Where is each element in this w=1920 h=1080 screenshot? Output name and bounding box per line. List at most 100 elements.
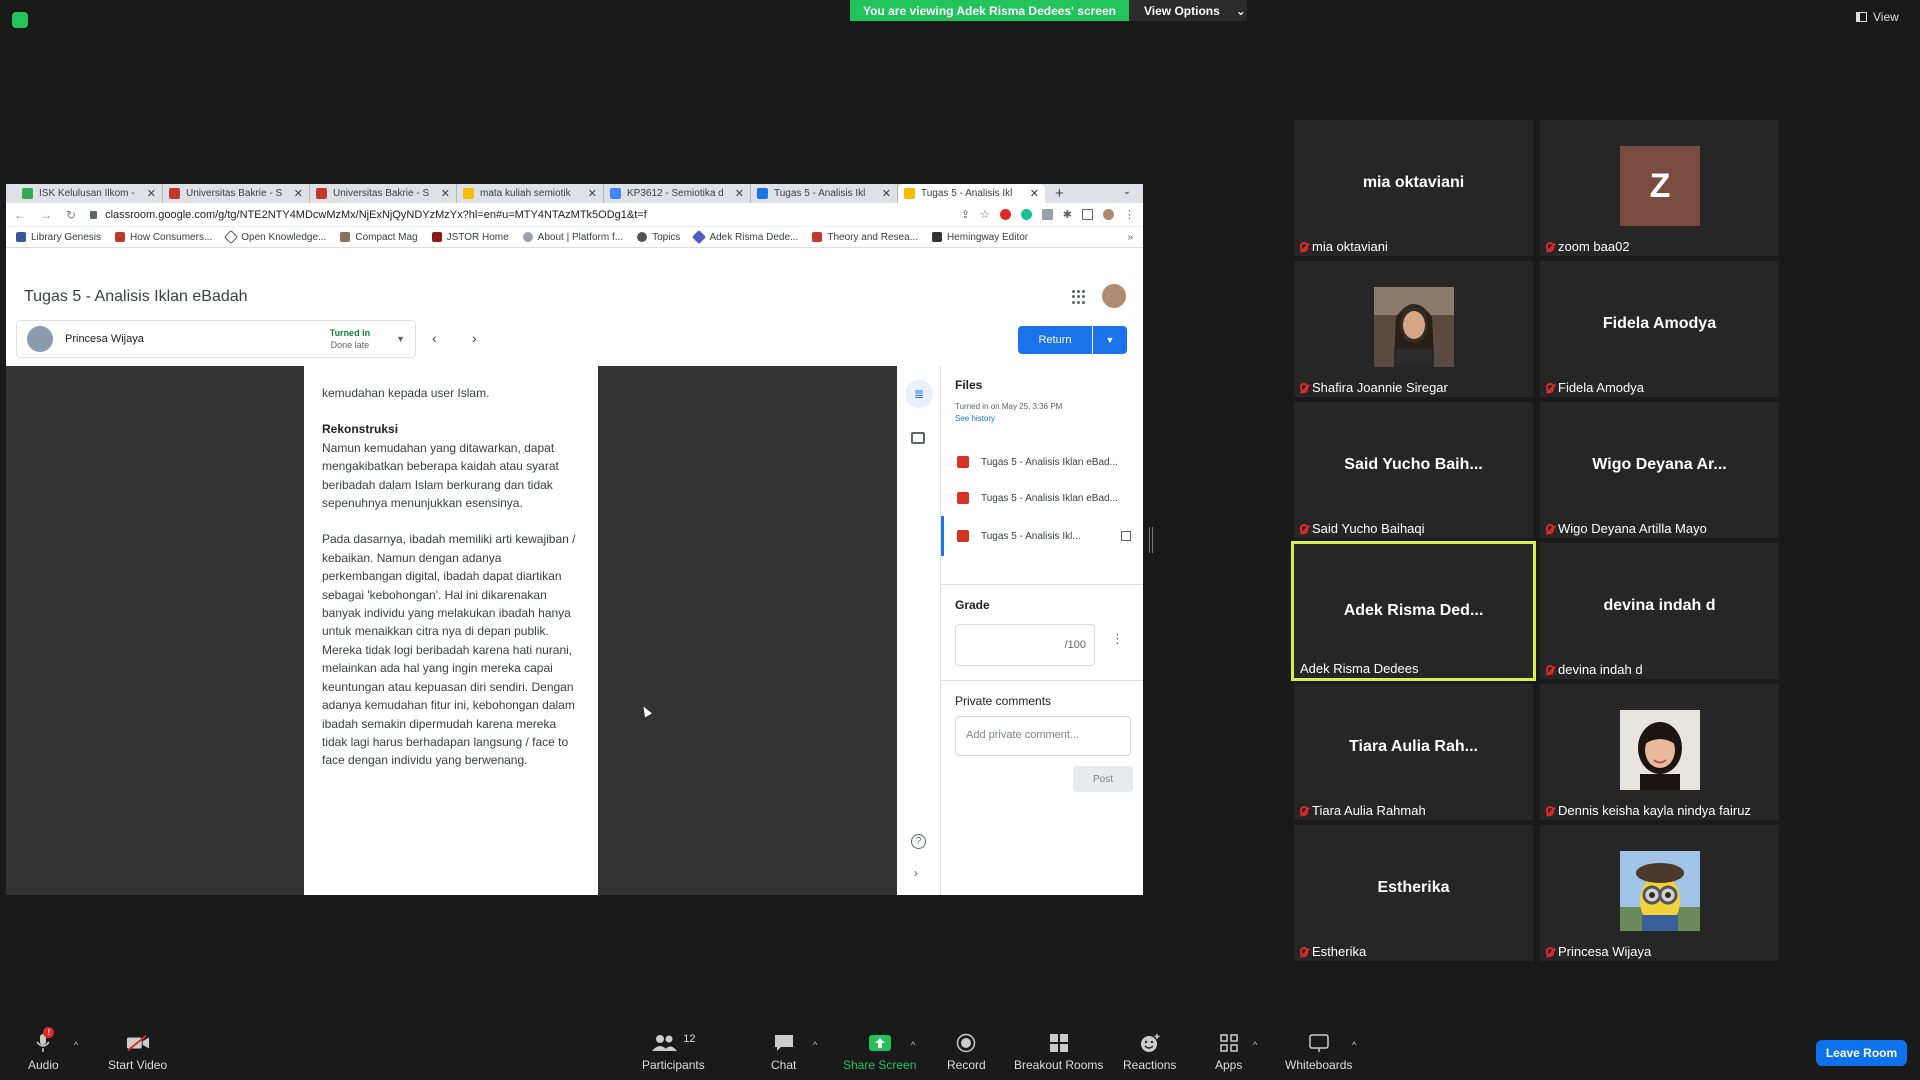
close-icon[interactable]: ✕ [1030, 187, 1039, 200]
reactions-icon [1138, 1033, 1162, 1053]
next-student-icon[interactable]: › [472, 330, 477, 346]
see-history-link[interactable]: See history [955, 414, 995, 423]
share-icon[interactable]: ⇪ [961, 208, 970, 221]
participant-tile[interactable]: Fidela Amodya Fidela Amodya [1540, 261, 1779, 397]
caret-up-icon[interactable]: ^ [74, 1040, 78, 1050]
start-video-button[interactable]: Start Video [108, 1033, 167, 1072]
dropdown-arrow-icon[interactable]: ▼ [396, 334, 405, 344]
opera-icon[interactable] [999, 209, 1011, 220]
new-tab-icon[interactable]: + [1045, 184, 1074, 203]
chevron-down-icon[interactable]: ⌄ [1123, 186, 1131, 197]
private-comment-input[interactable]: Add private comment... [955, 716, 1131, 756]
resize-handle[interactable] [1149, 527, 1153, 553]
account-avatar[interactable] [1102, 284, 1126, 308]
participant-tile[interactable]: Said Yucho Baih... Said Yucho Baihaqi [1294, 402, 1533, 538]
bookmark[interactable]: Hemingway Editor [931, 232, 1028, 243]
encryption-shield-icon[interactable] [12, 12, 28, 28]
bookmark[interactable]: Adek Risma Dede... [692, 229, 798, 245]
chat-button[interactable]: Chat [771, 1033, 796, 1072]
participant-tile[interactable]: devina indah d devina indah d [1540, 543, 1779, 679]
share-screen-button[interactable]: Share Screen [843, 1033, 916, 1072]
close-icon[interactable]: ✕ [294, 187, 303, 200]
participant-tile[interactable]: Princesa Wijaya [1540, 825, 1779, 961]
chevron-right-icon[interactable]: › [914, 866, 918, 880]
reload-icon[interactable]: ↻ [66, 208, 76, 222]
return-button[interactable]: Return [1018, 326, 1092, 354]
close-icon[interactable]: ✕ [441, 187, 450, 200]
back-icon[interactable]: ← [14, 208, 26, 222]
close-icon[interactable]: ✕ [735, 187, 744, 200]
participant-tile[interactable]: Shafira Joannie Siregar [1294, 261, 1533, 397]
bookmark[interactable]: Compact Mag [340, 232, 418, 243]
browser-tab[interactable]: Tugas 5 - Analisis Ikl ✕ [751, 184, 898, 203]
caret-up-icon[interactable]: ^ [1352, 1040, 1356, 1050]
browser-tab[interactable]: Universitas Bakrie - S ✕ [310, 184, 457, 203]
diamond-icon [224, 229, 239, 245]
audio-button[interactable]: ! Audio [28, 1027, 59, 1072]
view-button[interactable]: View [1856, 10, 1899, 24]
close-icon[interactable]: ✕ [588, 187, 597, 200]
bookmark[interactable]: How Consumers... [115, 232, 212, 243]
record-button[interactable]: Record [947, 1033, 986, 1072]
participant-label: Shafira Joannie Siregar [1300, 380, 1448, 395]
whiteboards-button[interactable]: Whiteboards [1285, 1033, 1352, 1072]
caret-up-icon[interactable]: ^ [911, 1040, 915, 1050]
previous-student-icon[interactable]: ‹ [432, 330, 437, 346]
file-item[interactable]: Tugas 5 - Analisis Iklan eBad... [941, 442, 1143, 482]
close-icon[interactable]: ✕ [882, 187, 891, 200]
grammarly-icon[interactable] [1020, 209, 1032, 220]
caret-up-icon[interactable]: ^ [813, 1040, 817, 1050]
more-bookmarks-icon[interactable]: » [1127, 232, 1133, 243]
doc-extension-icon[interactable] [1041, 209, 1053, 220]
participant-tile[interactable]: Tiara Aulia Rah... Tiara Aulia Rahmah [1294, 684, 1533, 820]
help-icon[interactable]: ? [911, 834, 926, 849]
open-external-icon[interactable] [1121, 531, 1131, 541]
return-dropdown-icon[interactable]: ▼ [1093, 326, 1127, 354]
participant-display-name: Tiara Aulia Rah... [1349, 738, 1478, 755]
bookmark[interactable]: Library Genesis [16, 232, 101, 243]
url-field[interactable]: classroom.google.com/g/tg/NTE2NTY4MDcwMz… [90, 209, 947, 221]
bookmark[interactable]: JSTOR Home [431, 232, 509, 243]
bookmark[interactable]: Open Knowledge... [224, 229, 326, 245]
participant-tile[interactable]: Z zoom baa02 [1540, 120, 1779, 256]
file-item-selected[interactable]: Tugas 5 - Analisis Ikl... [941, 516, 1143, 556]
bookmark[interactable]: Theory and Resea... [812, 232, 918, 243]
puzzle-icon[interactable]: ✱ [1063, 208, 1072, 221]
document-page[interactable]: kemudahan kepada user Islam. Rekonstruks… [304, 366, 598, 895]
browser-tab[interactable]: KP3612 - Semiotika d ✕ [604, 184, 751, 203]
apps-grid-icon[interactable] [1072, 290, 1086, 304]
kebab-menu-icon[interactable]: ⋮ [1124, 208, 1135, 221]
details-icon[interactable]: ≣ [905, 380, 933, 408]
browser-tab[interactable]: mata kuliah semiotik ✕ [457, 184, 604, 203]
browser-tab[interactable]: ISK Kelulusan Ilkom - ✕ [16, 184, 163, 203]
reactions-button[interactable]: Reactions [1123, 1033, 1176, 1072]
participant-tile[interactable]: mia oktaviani mia oktaviani [1294, 120, 1533, 256]
browser-tab-active[interactable]: Tugas 5 - Analisis Ikl ✕ [898, 184, 1045, 203]
view-options-button[interactable]: View Options ⌄ [1129, 0, 1247, 21]
participants-button[interactable]: 12 Participants [642, 1033, 705, 1072]
post-button[interactable]: Post [1073, 766, 1133, 792]
star-icon[interactable]: ☆ [980, 208, 990, 221]
forward-icon[interactable]: → [40, 208, 52, 222]
participant-tile[interactable]: Dennis keisha kayla nindya fairuz [1540, 684, 1779, 820]
participant-tile[interactable]: Estherika Estherika [1294, 825, 1533, 961]
bookmark[interactable]: Topics [637, 232, 680, 243]
profile-avatar[interactable] [1103, 209, 1114, 220]
grade-input[interactable]: /100 [955, 624, 1095, 666]
close-icon[interactable]: ✕ [147, 187, 156, 200]
mic-muted-icon [1546, 664, 1554, 675]
participant-tile[interactable]: Wigo Deyana Ar... Wigo Deyana Artilla Ma… [1540, 402, 1779, 538]
apps-button[interactable]: Apps [1215, 1033, 1242, 1072]
browser-tab[interactable]: Universitas Bakrie - S ✕ [163, 184, 310, 203]
student-selector[interactable]: Princesa Wijaya Turned in Done late ▼ [16, 320, 416, 358]
bookmark-label: Library Genesis [31, 231, 102, 243]
breakout-rooms-button[interactable]: Breakout Rooms [1014, 1033, 1103, 1072]
sidebar-icon[interactable] [1082, 209, 1093, 220]
file-item[interactable]: Tugas 5 - Analisis Iklan eBad... [941, 478, 1143, 518]
leave-room-button[interactable]: Leave Room [1816, 1040, 1907, 1066]
participant-tile-active-speaker[interactable]: Adek Risma Ded... Adek Risma Dedees [1291, 541, 1536, 681]
comment-icon[interactable] [911, 432, 925, 444]
bookmark[interactable]: About | Platform f... [522, 232, 623, 243]
kebab-menu-icon[interactable]: ⋮ [1111, 632, 1124, 645]
caret-up-icon[interactable]: ^ [1253, 1040, 1257, 1050]
